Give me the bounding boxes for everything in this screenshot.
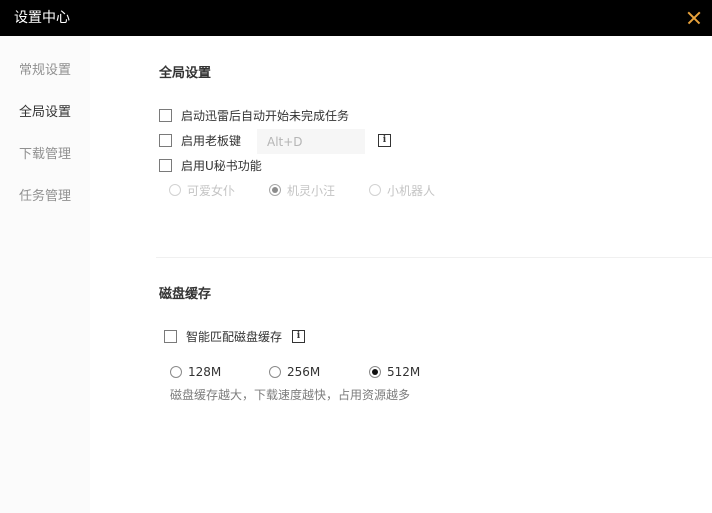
radio-indicator — [170, 366, 182, 378]
cache-option-512m[interactable]: 512M — [369, 364, 420, 380]
smart-match-checkbox[interactable] — [164, 329, 177, 343]
cache-option-label: 512M — [387, 365, 421, 379]
settings-panel: 全局设置 启动迅雷后自动开始未完成任务 启用老板键 i 启用U秘书功能 可爱女仆… — [90, 36, 712, 513]
radio-indicator — [369, 184, 381, 196]
section-title-global: 全局设置 — [159, 66, 212, 81]
u-secretary-label: 启用U秘书功能 — [181, 158, 262, 173]
title-bar: 设置中心 — [0, 0, 712, 36]
smart-match-row: 智能匹配磁盘缓存 i — [164, 327, 306, 345]
close-icon[interactable] — [684, 8, 704, 28]
auto-start-label: 启动迅雷后自动开始未完成任务 — [181, 108, 350, 123]
section-divider — [156, 257, 712, 258]
sidebar-item-download[interactable]: 下载管理 — [0, 140, 90, 170]
radio-indicator — [369, 366, 381, 378]
radio-indicator — [269, 184, 281, 196]
smart-match-label: 智能匹配磁盘缓存 — [186, 329, 283, 344]
section-title-disk-cache: 磁盘缓存 — [159, 287, 212, 302]
boss-key-label: 启用老板键 — [181, 133, 242, 148]
cache-option-256m[interactable]: 256M — [269, 364, 320, 380]
info-icon[interactable]: i — [378, 134, 391, 147]
sidebar-item-general[interactable]: 常规设置 — [0, 56, 90, 86]
cache-option-label: 128M — [188, 365, 222, 379]
cache-hint-text: 磁盘缓存越大，下载速度越快，占用资源越多 — [170, 388, 411, 402]
boss-key-checkbox[interactable] — [159, 133, 172, 147]
auto-start-checkbox[interactable] — [159, 108, 172, 122]
info-icon[interactable]: i — [292, 329, 306, 343]
radio-indicator — [269, 366, 281, 378]
secretary-option-label: 小机器人 — [387, 183, 436, 198]
cache-option-label: 256M — [287, 365, 321, 379]
u-secretary-checkbox[interactable] — [159, 158, 172, 172]
secretary-option-puppy[interactable]: 机灵小汪 — [269, 182, 335, 198]
auto-start-row: 启动迅雷后自动开始未完成任务 — [159, 106, 349, 124]
boss-key-row: 启用老板键 — [159, 131, 241, 149]
boss-key-hotkey-input[interactable] — [257, 129, 365, 154]
secretary-option-robot[interactable]: 小机器人 — [369, 182, 435, 198]
radio-indicator — [169, 184, 181, 196]
secretary-option-label: 可爱女仆 — [187, 183, 236, 198]
window-title: 设置中心 — [14, 10, 70, 26]
u-secretary-row: 启用U秘书功能 — [159, 156, 262, 174]
secretary-option-label: 机灵小汪 — [287, 183, 336, 198]
cache-option-128m[interactable]: 128M — [170, 364, 221, 380]
secretary-option-maid[interactable]: 可爱女仆 — [169, 182, 235, 198]
sidebar: 常规设置 全局设置 下载管理 任务管理 — [0, 36, 90, 513]
sidebar-item-tasks[interactable]: 任务管理 — [0, 182, 90, 212]
sidebar-item-global[interactable]: 全局设置 — [0, 98, 90, 128]
